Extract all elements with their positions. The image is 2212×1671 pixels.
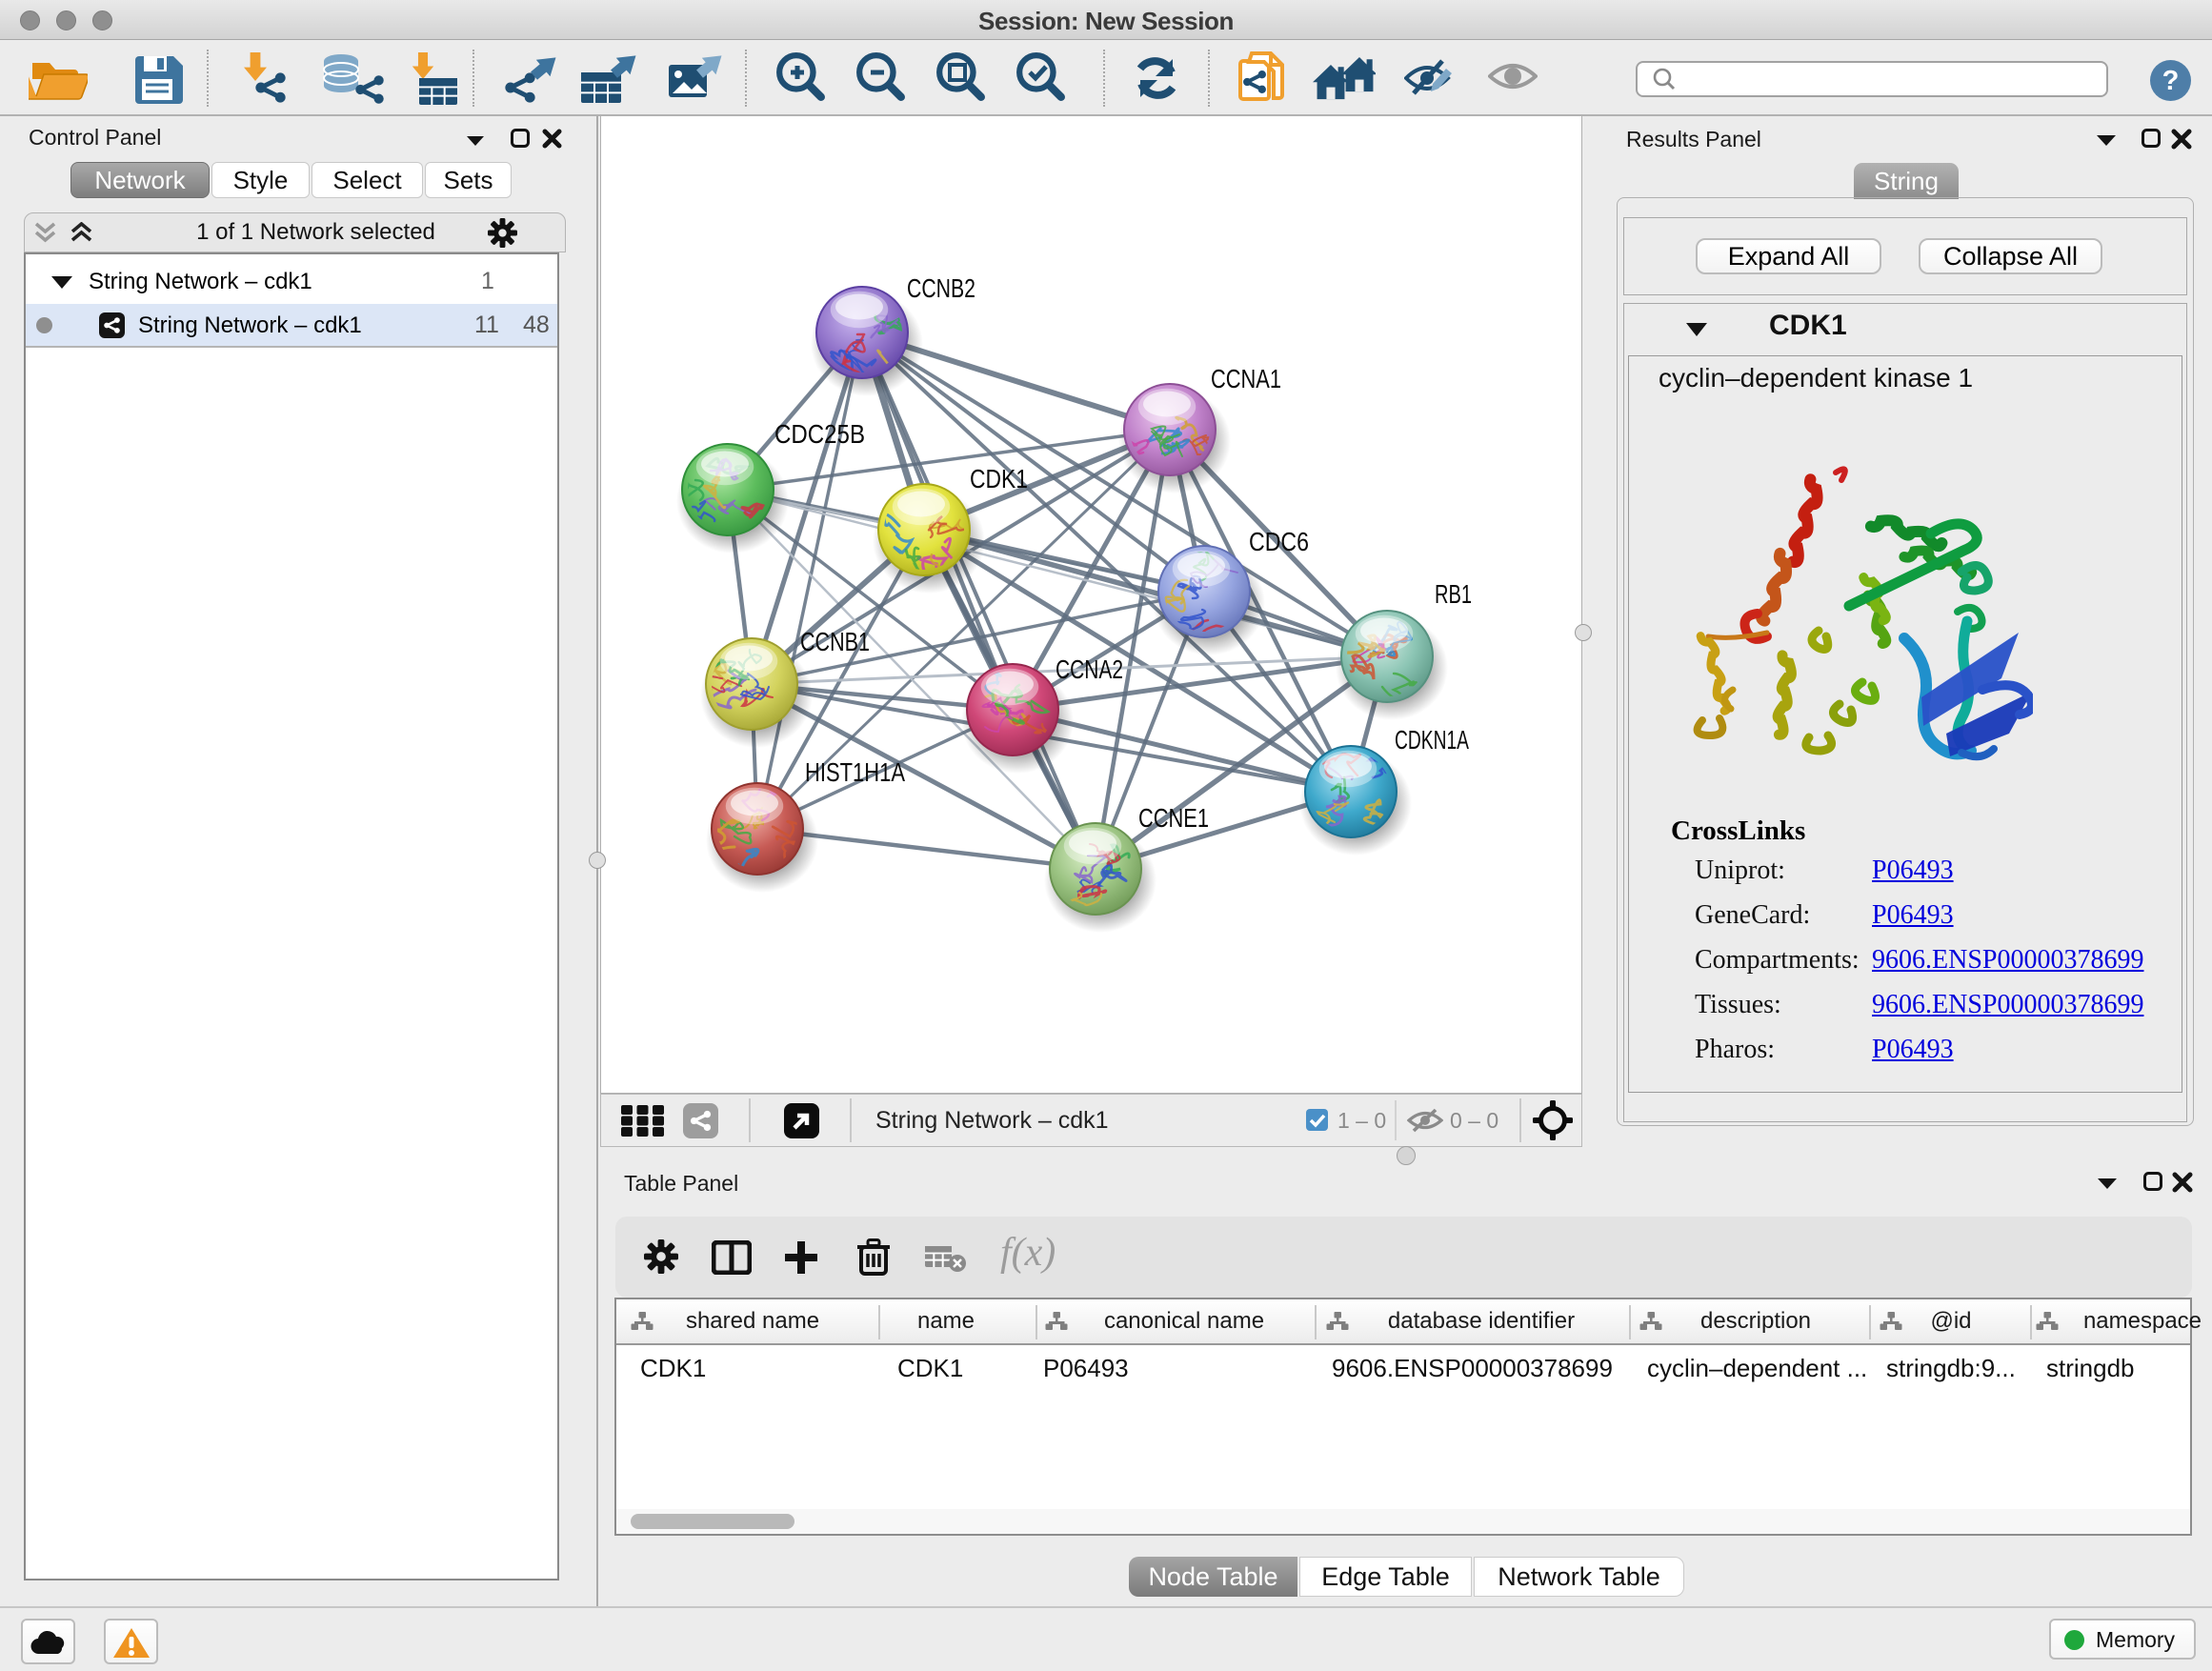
svg-text:CCNB1: CCNB1 xyxy=(800,627,870,656)
svg-text:RB1: RB1 xyxy=(1435,579,1472,609)
svg-text:CDC6: CDC6 xyxy=(1249,527,1309,556)
svg-text:?: ? xyxy=(2162,66,2180,96)
svg-text:CCNE1: CCNE1 xyxy=(1138,803,1209,833)
svg-text:CDC25B: CDC25B xyxy=(774,419,865,449)
svg-text:CDK1: CDK1 xyxy=(970,464,1028,493)
svg-text:HIST1H1A: HIST1H1A xyxy=(805,757,905,787)
svg-text:CCNA2: CCNA2 xyxy=(1056,654,1123,684)
svg-text:CCNB2: CCNB2 xyxy=(907,273,975,303)
svg-text:CCNA1: CCNA1 xyxy=(1211,364,1281,393)
svg-text:CDKN1A: CDKN1A xyxy=(1395,725,1469,755)
